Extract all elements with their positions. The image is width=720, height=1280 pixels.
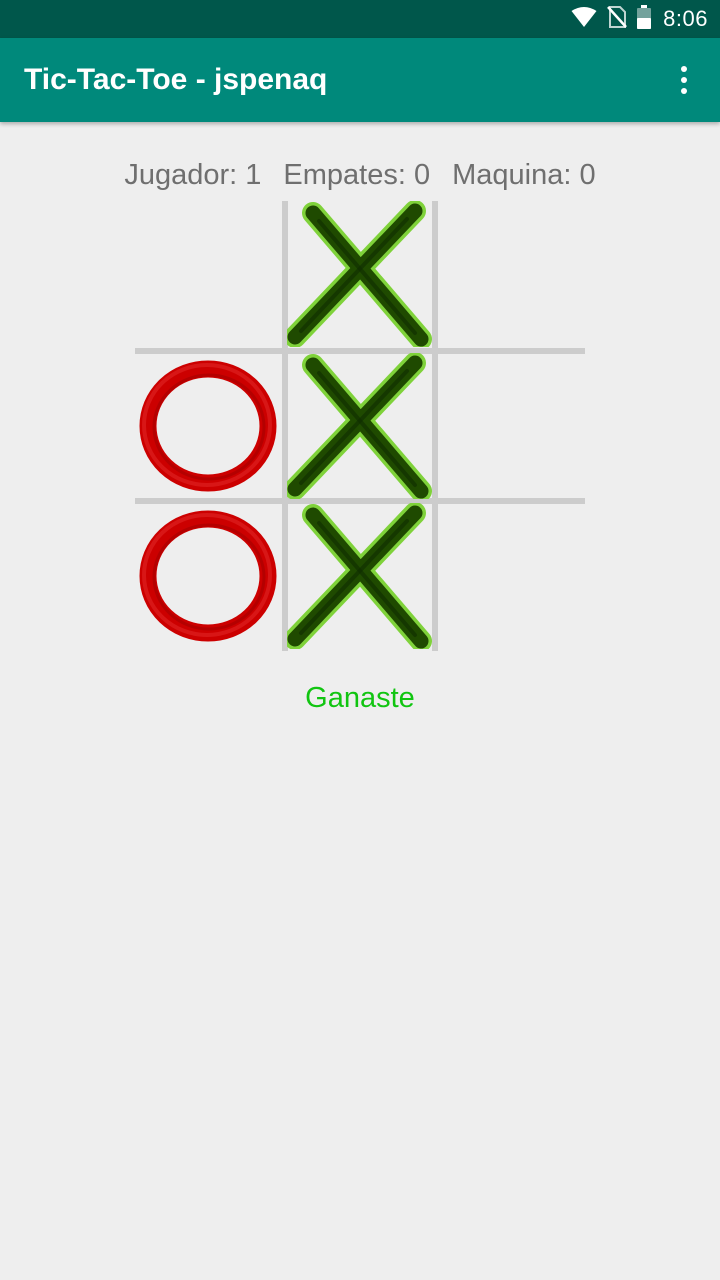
board-cell[interactable] (135, 353, 281, 499)
app-bar: Tic-Tac-Toe - jspenaq (0, 38, 720, 122)
board-cell[interactable] (135, 503, 281, 649)
result-message: Ganaste (305, 682, 415, 714)
player-score: Jugador: 1 (124, 158, 262, 191)
board-cell[interactable] (287, 503, 433, 649)
x-mark-icon (287, 503, 433, 649)
board-cell[interactable] (287, 201, 433, 347)
status-icons: 8:06 (571, 0, 708, 38)
score-bar: Jugador: 1 Empates: 0 Maquina: 0 (0, 150, 720, 200)
o-mark-icon (135, 353, 281, 499)
status-time: 8:06 (663, 6, 708, 31)
more-vert-icon (681, 66, 687, 72)
board-cell[interactable] (135, 201, 281, 347)
x-mark-icon (287, 353, 433, 499)
board-cell[interactable] (287, 353, 433, 499)
app-title: Tic-Tac-Toe - jspenaq (24, 63, 328, 96)
wifi-icon (571, 6, 597, 33)
status-bar: 8:06 (0, 0, 720, 38)
machine-score: Maquina: 0 (452, 158, 596, 191)
o-mark-icon (135, 503, 281, 649)
ties-score: Empates: 0 (283, 158, 431, 191)
battery-icon (637, 4, 652, 34)
x-mark-icon (287, 201, 433, 347)
board-cell[interactable] (437, 353, 583, 499)
board-cell[interactable] (437, 201, 583, 347)
board-cell[interactable] (437, 503, 583, 649)
no-sim-icon (607, 5, 628, 34)
game-board (135, 201, 585, 651)
overflow-menu-button[interactable] (666, 60, 702, 100)
